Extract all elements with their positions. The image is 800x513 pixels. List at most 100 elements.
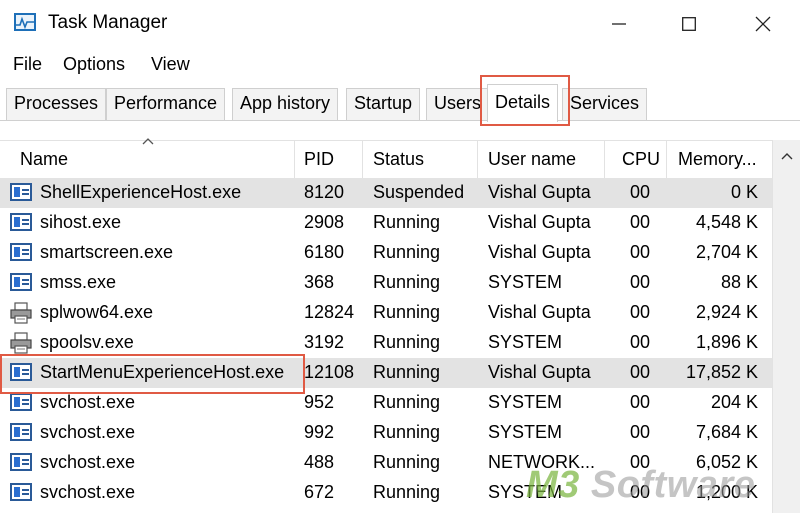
menu-options[interactable]: Options (63, 54, 125, 75)
column-header-memory[interactable]: Memory... (678, 141, 757, 179)
cell-pid: 6180 (304, 242, 345, 262)
cell-memory: 0 K (730, 182, 758, 202)
printer-icon (10, 332, 32, 354)
cell-memory: 2,704 K (695, 242, 758, 262)
column-separator[interactable] (477, 141, 478, 179)
tab-startup[interactable]: Startup (346, 88, 421, 120)
column-separator[interactable] (362, 141, 363, 179)
window-title: Task Manager (48, 12, 168, 33)
m3-software-watermark: M3 Software (526, 464, 756, 506)
cell-status: Running (373, 272, 441, 292)
cell-name: ShellExperienceHost.exe (40, 182, 242, 202)
cell-name: smartscreen.exe (40, 242, 174, 262)
tab-app-history[interactable]: App history (232, 88, 339, 120)
app-window-icon (10, 243, 32, 261)
cell-memory: 4,548 K (695, 212, 758, 232)
app-window-icon (10, 273, 32, 291)
maximize-button[interactable] (660, 0, 718, 48)
cell-pid: 3192 (304, 332, 345, 352)
cell-memory: 1,896 K (695, 332, 758, 352)
app-window-icon (10, 423, 32, 441)
column-separator[interactable] (294, 141, 295, 179)
minimize-icon (612, 23, 626, 25)
cell-name: svchost.exe (40, 452, 136, 472)
cell-user: SYSTEM (488, 422, 563, 442)
app-window-icon (10, 483, 32, 501)
table-row[interactable]: splwow64.exe 12824 Running Vishal Gupta 00 2,… (0, 298, 772, 328)
cell-status: Running (373, 212, 441, 232)
startmenu-row-highlight-box (0, 354, 305, 394)
cell-user: SYSTEM (488, 332, 563, 352)
cell-status: Running (373, 362, 441, 382)
cell-user: SYSTEM (488, 392, 563, 412)
table-row[interactable]: sihost.exe 2908 Running Vishal Gupta 00 4,548… (0, 208, 772, 238)
menu-view[interactable]: View (151, 54, 190, 75)
chevron-up-icon (781, 153, 793, 160)
cell-memory: 17,852 K (685, 362, 758, 382)
cell-name: spoolsv.exe (40, 332, 134, 352)
table-row[interactable]: svchost.exe 992 Running SYSTEM 00 7,684 K (0, 418, 772, 448)
vertical-scrollbar[interactable] (772, 140, 800, 513)
cell-status: Running (373, 242, 441, 262)
cell-pid: 368 (304, 272, 335, 292)
table-row[interactable]: ShellExperienceHost.exe 8120 Suspended Vish… (0, 178, 772, 208)
cell-user: Vishal Gupta (488, 182, 591, 202)
app-window-icon (10, 453, 32, 471)
app-window-icon (10, 213, 32, 231)
column-header-pid[interactable]: PID (304, 141, 334, 179)
cell-pid: 952 (304, 392, 335, 412)
column-header-user-name[interactable]: User name (488, 141, 576, 179)
column-separator[interactable] (666, 141, 667, 179)
cell-user: SYSTEM (488, 272, 563, 292)
cell-user: Vishal Gupta (488, 302, 591, 322)
column-header-name[interactable]: Name (20, 141, 68, 179)
app-window-icon (10, 393, 32, 411)
column-header-status[interactable]: Status (373, 141, 424, 179)
printer-icon (10, 302, 32, 324)
column-separator[interactable] (604, 141, 605, 179)
cell-name: smss.exe (40, 272, 117, 292)
cell-memory: 7,684 K (695, 422, 758, 442)
tab-services[interactable]: Services (562, 88, 648, 120)
scroll-up-button[interactable] (773, 140, 800, 172)
app-window-icon (10, 183, 32, 201)
column-header-cpu[interactable]: CPU (622, 141, 660, 179)
tab-divider (0, 120, 800, 121)
cell-pid: 992 (304, 422, 335, 442)
tab-processes[interactable]: Processes (6, 88, 107, 120)
tab-performance[interactable]: Performance (106, 88, 226, 120)
menu-bar: File Options View (0, 48, 800, 82)
cell-name: sihost.exe (40, 212, 122, 232)
cell-pid: 8120 (304, 182, 345, 202)
cell-name: splwow64.exe (40, 302, 154, 322)
close-icon (755, 16, 771, 32)
process-details-table: Name PID Status User name CPU Memory... … (0, 137, 800, 513)
cell-status: Running (373, 482, 441, 502)
cell-status: Running (373, 332, 441, 352)
cell-memory: 204 K (710, 392, 758, 412)
cell-user: Vishal Gupta (488, 242, 591, 262)
task-manager-app-icon (14, 13, 36, 31)
menu-file[interactable]: File (13, 54, 42, 75)
cell-status: Suspended (373, 182, 465, 202)
cell-pid: 12108 (304, 362, 355, 382)
sort-ascending-icon[interactable] (142, 137, 154, 145)
cell-pid: 488 (304, 452, 335, 472)
minimize-button[interactable] (590, 0, 648, 48)
cell-name: svchost.exe (40, 392, 136, 412)
cell-name: svchost.exe (40, 422, 136, 442)
title-bar: Task Manager (0, 0, 800, 48)
cell-status: Running (373, 452, 441, 472)
cell-pid: 12824 (304, 302, 355, 322)
tab-strip: Processes Performance App history Startu… (0, 82, 800, 122)
table-header: Name PID Status User name CPU Memory... (0, 137, 772, 179)
details-tab-highlight-box (480, 75, 570, 126)
cell-user: Vishal Gupta (488, 362, 591, 382)
maximize-icon (682, 17, 696, 31)
cell-pid: 672 (304, 482, 335, 502)
cell-user: Vishal Gupta (488, 212, 591, 232)
table-row[interactable]: smss.exe 368 Running SYSTEM 00 88 K (0, 268, 772, 298)
cell-status: Running (373, 392, 441, 412)
table-row[interactable]: smartscreen.exe 6180 Running Vishal Gupta 00… (0, 238, 772, 268)
close-button[interactable] (734, 0, 792, 48)
